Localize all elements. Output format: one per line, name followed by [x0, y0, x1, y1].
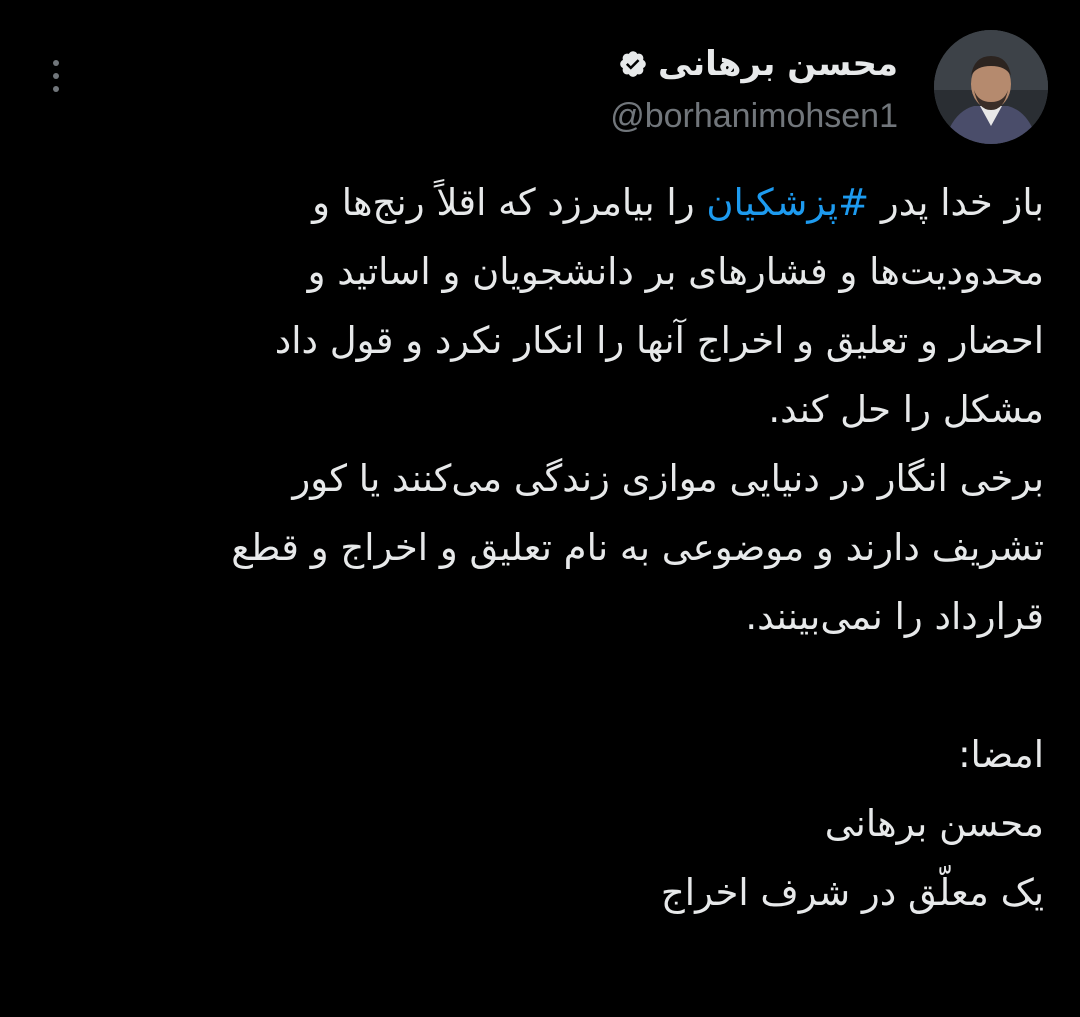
verified-badge-icon	[620, 51, 646, 77]
more-vertical-icon	[53, 60, 59, 66]
tweet-paragraph2: برخی انگار در دنیایی موازی زندگی می‌کنند…	[231, 457, 1044, 638]
tweet-paragraph1-rest: محدودیت‌ها و فشارهای بر دانشجویان و اسات…	[274, 250, 1044, 431]
more-vertical-icon-dot	[53, 86, 59, 92]
avatar[interactable]	[934, 30, 1048, 144]
hashtag-link[interactable]: #پزشکیان	[706, 181, 869, 224]
signature-name: محسن برهانی	[824, 802, 1044, 845]
tweet-author: محسن برهانی @borhanimohsen1	[610, 36, 898, 138]
author-display-name[interactable]: محسن برهانی	[658, 36, 898, 92]
author-handle[interactable]: @borhanimohsen1	[610, 94, 898, 138]
signature-label: امضا:	[958, 733, 1044, 776]
more-vertical-icon-dot	[53, 73, 59, 79]
tweet-card: محسن برهانی @borhanimohsen1 باز خدا پدر …	[0, 0, 1080, 1017]
avatar-image	[934, 30, 1048, 144]
author-name-row: محسن برهانی	[610, 36, 898, 92]
tweet-text: باز خدا پدر #پزشکیان را بیامرزد که اقلاً…	[44, 168, 1044, 927]
signature-title: یک معلّق در شرف اخراج	[660, 871, 1044, 914]
more-options-button[interactable]	[40, 56, 72, 96]
tweet-text-line1-after: را بیامرزد که اقلاً رنج‌ها و	[312, 181, 707, 224]
tweet-text-line1-before: باز خدا پدر	[869, 181, 1044, 224]
